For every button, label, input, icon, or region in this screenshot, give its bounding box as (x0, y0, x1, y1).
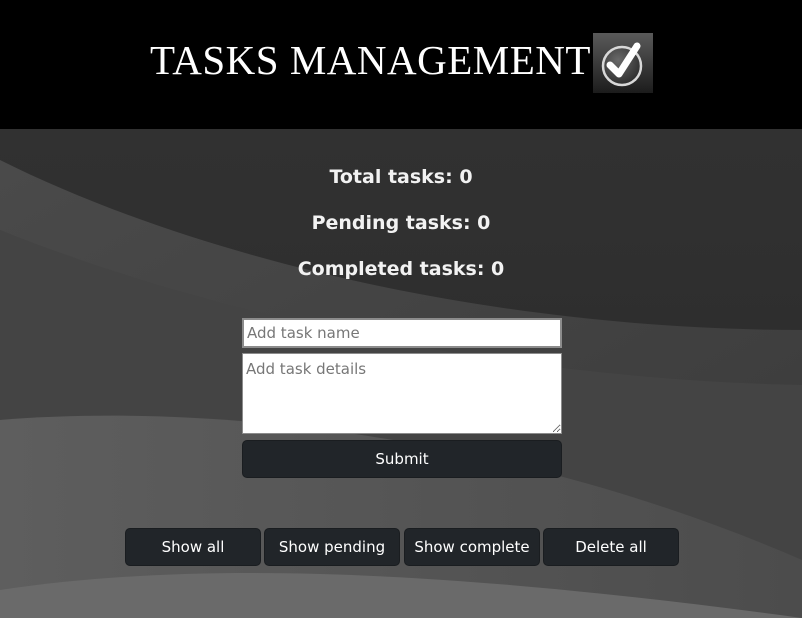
completed-tasks-count: Completed tasks: 0 (297, 258, 505, 280)
show-pending-button[interactable]: Show pending (264, 528, 400, 566)
task-stats: Total tasks: 0 Pending tasks: 0 Complete… (0, 160, 802, 298)
page-title: TASKS MANAGEMENT (150, 37, 591, 83)
show-all-button[interactable]: Show all (125, 528, 261, 566)
submit-button[interactable]: Submit (242, 440, 562, 478)
task-details-input[interactable] (242, 353, 562, 434)
show-complete-button[interactable]: Show complete (404, 528, 540, 566)
pending-tasks-count: Pending tasks: 0 (311, 212, 491, 234)
checkmark-badge-icon (593, 33, 653, 93)
page-header: TASKS MANAGEMENT (0, 0, 802, 129)
delete-all-button[interactable]: Delete all (543, 528, 679, 566)
task-name-input[interactable] (242, 318, 562, 348)
total-tasks-count: Total tasks: 0 (329, 166, 473, 188)
